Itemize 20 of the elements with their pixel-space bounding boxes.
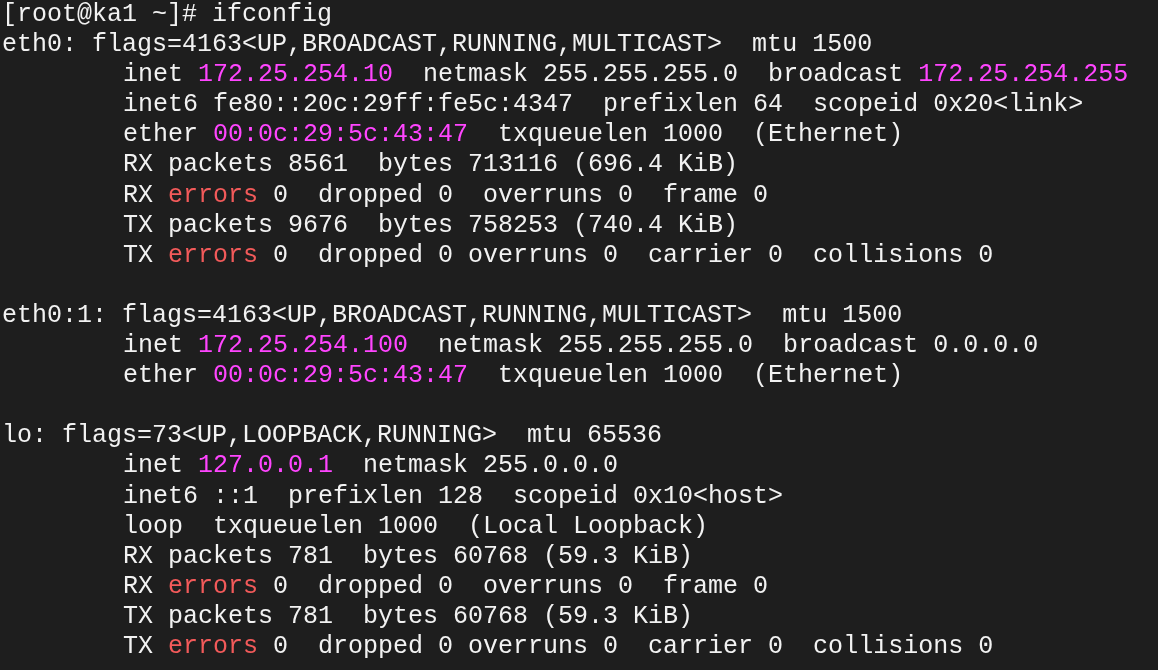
terminal-line: TX packets 781 bytes 60768 (59.3 KiB) xyxy=(123,601,694,632)
terminal-line: loop txqueuelen 1000 (Local Loopback) xyxy=(123,511,709,542)
terminal-line: ether 00:0c:29:5c:43:47 txqueuelen 1000 (Ethernet) xyxy=(123,361,904,392)
terminal-line: RX packets 781 bytes 60768 (59.3 KiB) xyxy=(123,541,694,572)
terminal-line: TX errors 0 dropped 0 overruns 0 carrier 0 collisions 0 xyxy=(123,240,994,271)
terminal-line: RX errors 0 dropped 0 overruns 0 frame 0 xyxy=(123,571,769,602)
terminal-line: TX packets 9676 bytes 758253 (740.4 KiB) xyxy=(123,210,739,241)
terminal-line: inet 172.25.254.100 netmask 255.255.255.0 broadcast 0.0.0.0 xyxy=(123,331,1039,362)
terminal-line: ether 00:0c:29:5c:43:47 txqueuelen 1000 (Ethernet) xyxy=(123,120,904,151)
terminal-line: inet 127.0.0.1 netmask 255.0.0.0 xyxy=(123,451,619,482)
terminal-line: RX errors 0 dropped 0 overruns 0 frame 0 xyxy=(123,180,769,211)
terminal-line: inet6 fe80::20c:29ff:fe5c:4347 prefixlen 64 scopeid 0x20<link> xyxy=(123,90,1084,121)
terminal-line: eth0: flags=4163<UP,BROADCAST,RUNNING,MULTICAST> mtu 1500 xyxy=(2,30,873,61)
command-prompt: [root@ka1 ~]# ifconfig xyxy=(2,0,333,31)
terminal-line: inet 172.25.254.10 netmask 255.255.255.0 broadcast 172.25.254.255 xyxy=(123,60,1129,91)
terminal-line: TX errors 0 dropped 0 overruns 0 carrier 0 collisions 0 xyxy=(123,631,994,663)
terminal-line: eth0:1: flags=4163<UP,BROADCAST,RUNNING,MULTICAST> mtu 1500 xyxy=(2,300,903,332)
terminal-line: lo: flags=73<UP,LOOPBACK,RUNNING> mtu 65536 xyxy=(2,421,663,452)
terminal-line: inet6 ::1 prefixlen 128 scopeid 0x10<host> xyxy=(123,481,784,512)
terminal-line: RX packets 8561 bytes 713116 (696.4 KiB) xyxy=(123,150,739,181)
